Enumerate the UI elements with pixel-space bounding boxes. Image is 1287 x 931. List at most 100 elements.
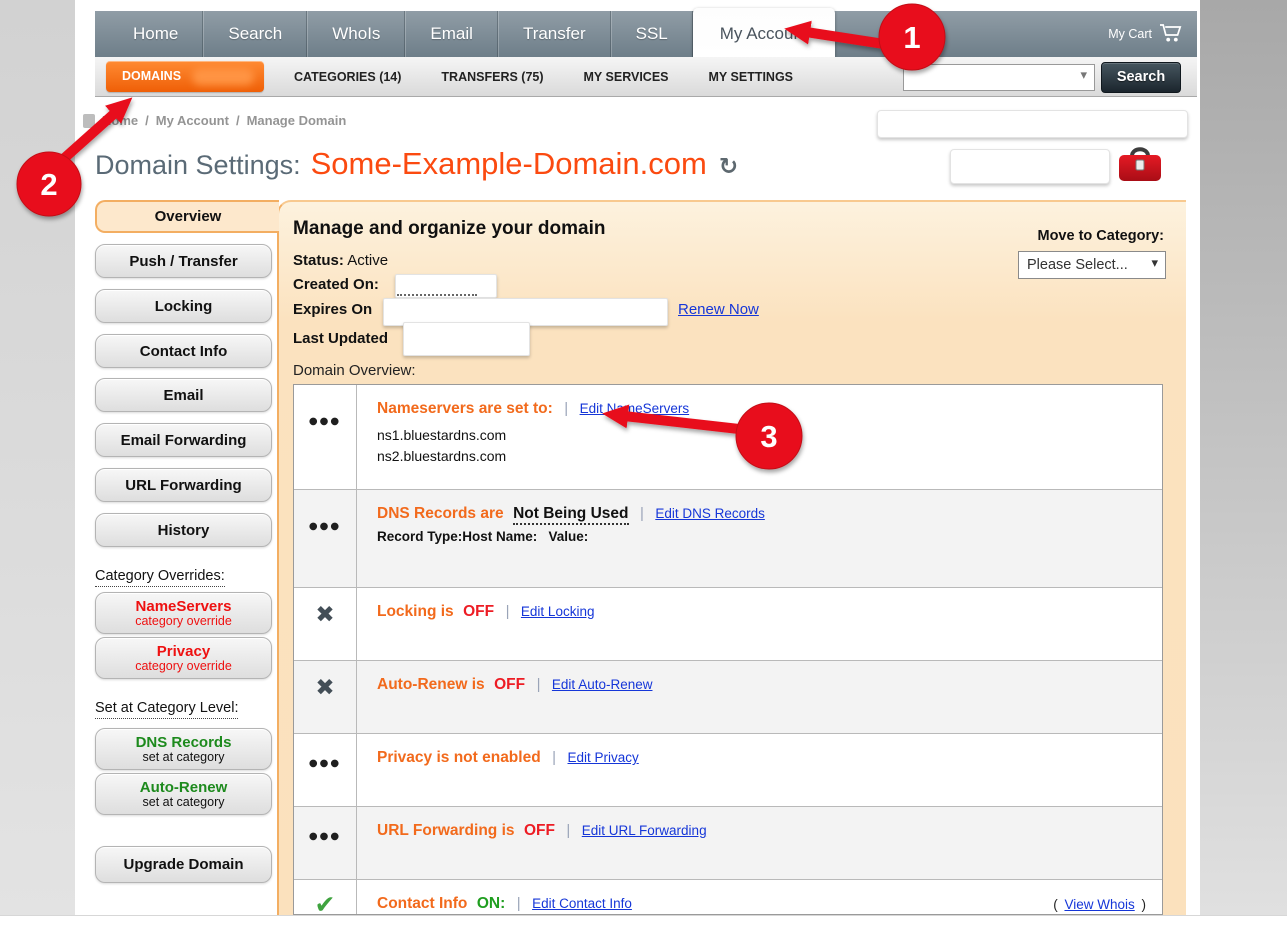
status-line: Status: Active (293, 252, 388, 269)
dropdown-arrow-icon[interactable]: ▾ (1080, 68, 1087, 83)
subnav-my-services[interactable]: MY SERVICES (584, 70, 669, 84)
edit-dns-records-link[interactable]: Edit DNS Records (655, 506, 765, 521)
breadcrumb-my-account[interactable]: My Account (156, 113, 229, 128)
sidebar-item-contact-info[interactable]: Contact Info (95, 334, 272, 368)
pipe-separator: | (537, 676, 541, 693)
last-updated-label: Last Updated (293, 330, 388, 347)
sidebar-label: Privacy (157, 643, 210, 660)
row-icon-cell: ●●● (294, 734, 357, 806)
edit-locking-link[interactable]: Edit Locking (521, 604, 595, 619)
edit-privacy-link[interactable]: Edit Privacy (568, 750, 639, 765)
edit-url-forwarding-link[interactable]: Edit URL Forwarding (582, 823, 707, 838)
sidebar-label: Upgrade Domain (123, 856, 243, 873)
toolbox-icon[interactable] (1116, 144, 1164, 191)
sidebar-item-locking[interactable]: Locking (95, 289, 272, 323)
account-subnav: DOMAINS CATEGORIES (14) TRANSFERS (75) M… (95, 57, 1197, 97)
domain-name: Some-Example-Domain.com (311, 146, 707, 182)
category-select-wrap: Please Select... ▾ (1018, 251, 1166, 279)
breadcrumb-current: Manage Domain (247, 113, 347, 128)
dots-icon: ●●● (309, 416, 341, 427)
sidebar-item-url-forwarding[interactable]: URL Forwarding (95, 468, 272, 502)
row-body: Nameservers are set to: | Edit NameServe… (357, 385, 1162, 489)
overview-row-nameservers: ●●● Nameservers are set to: | Edit NameS… (294, 385, 1162, 489)
row-icon-cell: ●●● (294, 807, 357, 879)
sidebar-item-email-forwarding[interactable]: Email Forwarding (95, 423, 272, 457)
sidebar-label: Auto-Renew (140, 779, 228, 796)
refresh-icon[interactable]: ↻ (719, 154, 738, 180)
sidebar-item-dns-records-category[interactable]: DNS Records set at category (95, 728, 272, 770)
x-icon: ✖ (315, 675, 334, 701)
subnav-my-settings[interactable]: MY SETTINGS (709, 70, 794, 84)
row-title: Contact Info (377, 895, 467, 912)
sidebar-item-push-transfer[interactable]: Push / Transfer (95, 244, 272, 278)
sidebar-label: Email Forwarding (121, 432, 247, 449)
subnav-transfers[interactable]: TRANSFERS (75) (441, 70, 543, 84)
edit-auto-renew-link[interactable]: Edit Auto-Renew (552, 677, 653, 692)
sidebar-label: NameServers (136, 598, 232, 615)
my-cart-button[interactable]: My Cart (1108, 11, 1183, 57)
overview-row-locking: ✖ Locking is OFF | Edit Locking (294, 587, 1162, 660)
overview-row-url-forwarding: ●●● URL Forwarding is OFF | Edit URL For… (294, 806, 1162, 879)
row-title: Locking is (377, 603, 454, 620)
search-button[interactable]: Search (1101, 62, 1181, 93)
right-margin (1200, 0, 1287, 915)
category-select[interactable]: Please Select... (1019, 252, 1165, 278)
tab-transfer[interactable]: Transfer (498, 11, 611, 57)
domains-label: DOMAINS (122, 69, 181, 83)
pipe-separator: | (640, 505, 644, 522)
breadcrumb: Home / My Account / Manage Domain (83, 113, 346, 128)
tab-ssl[interactable]: SSL (611, 11, 693, 57)
paren-close: ) (1142, 897, 1147, 912)
tab-whois[interactable]: WhoIs (307, 11, 405, 57)
subnav-domains-button[interactable]: DOMAINS (106, 61, 264, 92)
dots-icon: ●●● (309, 831, 341, 842)
tab-home[interactable]: Home (109, 11, 203, 57)
subnav-categories[interactable]: CATEGORIES (14) (294, 70, 401, 84)
row-body: Auto-Renew is OFF | Edit Auto-Renew (357, 661, 1162, 733)
pipe-separator: | (506, 603, 510, 620)
sidebar-label: Locking (155, 298, 213, 315)
sidebar-item-nameservers-override[interactable]: NameServers category override (95, 592, 272, 634)
tab-my-account[interactable]: My Account (693, 8, 835, 57)
breadcrumb-separator: / (145, 113, 149, 128)
view-whois-note: ( View Whois ) (1053, 897, 1146, 912)
nameserver-2: ns2.bluestardns.com (377, 446, 1146, 467)
cart-icon (1159, 23, 1183, 46)
row-status: ON: (477, 895, 505, 912)
domain-search-combo: ▾ (903, 64, 1095, 91)
pipe-separator: | (552, 749, 556, 766)
my-cart-label: My Cart (1108, 27, 1152, 41)
sidebar-item-email[interactable]: Email (95, 378, 272, 412)
dns-record-columns: Record Type:Host Name: Value: (377, 529, 1146, 544)
pipe-separator: | (566, 822, 570, 839)
sidebar-item-upgrade-domain[interactable]: Upgrade Domain (95, 846, 272, 883)
row-icon-cell: ✔ (294, 880, 357, 915)
category-overrides-heading[interactable]: Category Overrides: (95, 568, 225, 587)
expires-line: Expires On (293, 301, 372, 318)
edit-contact-info-link[interactable]: Edit Contact Info (532, 896, 632, 911)
tab-search[interactable]: Search (203, 11, 307, 57)
renew-now-link[interactable]: Renew Now (678, 301, 759, 318)
edit-nameservers-link[interactable]: Edit NameServers (580, 401, 690, 416)
sidebar-item-auto-renew-category[interactable]: Auto-Renew set at category (95, 773, 272, 815)
status-label: Status: (293, 252, 344, 269)
sidebar-item-privacy-override[interactable]: Privacy category override (95, 637, 272, 679)
row-icon-cell: ●●● (294, 490, 357, 587)
redacted-area (403, 322, 530, 356)
view-whois-link[interactable]: View Whois (1064, 897, 1134, 912)
row-body: URL Forwarding is OFF | Edit URL Forward… (357, 807, 1162, 879)
bottom-margin (0, 915, 1287, 931)
sidebar-sublabel: set at category (143, 750, 225, 764)
expires-label: Expires On (293, 301, 372, 318)
set-at-category-heading[interactable]: Set at Category Level: (95, 700, 238, 719)
tab-email[interactable]: Email (405, 11, 498, 57)
sidebar-item-overview[interactable]: Overview (95, 200, 279, 233)
pipe-separator: | (517, 895, 521, 912)
sidebar-label: Contact Info (140, 343, 228, 360)
domain-search-input[interactable] (904, 65, 1076, 88)
created-label: Created On: (293, 276, 379, 293)
domain-overview-table: ●●● Nameservers are set to: | Edit NameS… (293, 384, 1163, 915)
breadcrumb-home[interactable]: Home (102, 113, 138, 128)
sidebar-item-history[interactable]: History (95, 513, 272, 547)
redacted-area (877, 110, 1188, 138)
